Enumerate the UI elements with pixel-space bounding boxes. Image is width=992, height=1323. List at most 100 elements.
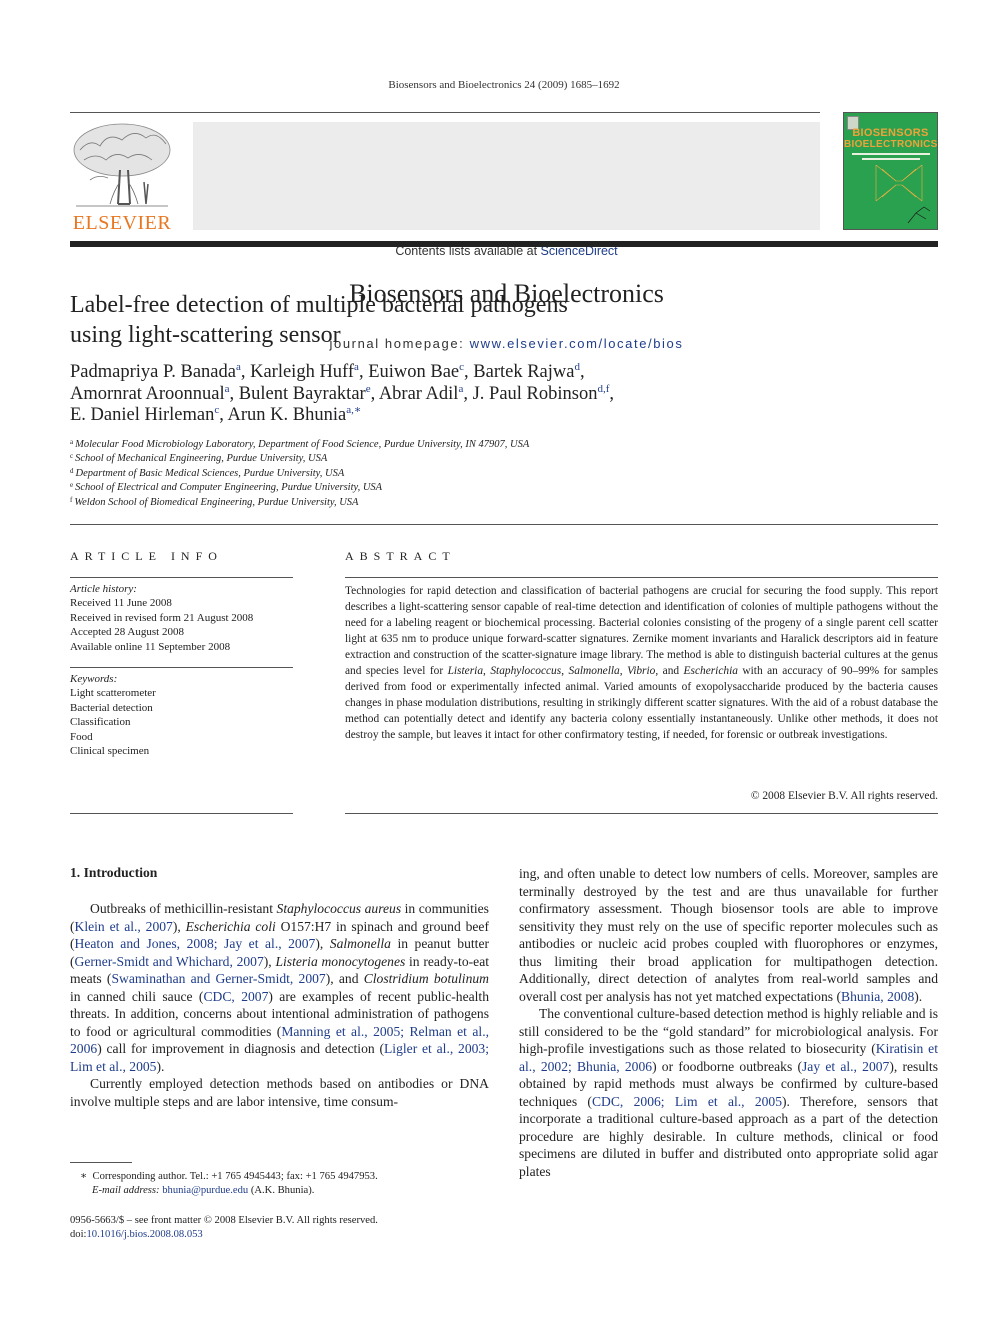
citation-link[interactable]: Swaminathan and Gerner-Smidt, 2007 [111, 971, 325, 986]
affiliation-list: a Molecular Food Microbiology Laboratory,… [70, 438, 529, 510]
elsevier-wordmark: ELSEVIER [72, 212, 172, 234]
email-suffix: (A.K. Bhunia). [248, 1185, 315, 1196]
doi-link[interactable]: 10.1016/j.bios.2008.08.053 [86, 1229, 202, 1240]
keyword-item: Food [70, 730, 93, 743]
journal-banner: Contents lists available at ScienceDirec… [193, 122, 820, 351]
citation-link[interactable]: Jay et al., 2007 [802, 1059, 889, 1074]
author-name: J. Paul Robinson [472, 383, 598, 404]
cover-title-line2: BIOELECTRONICS [844, 139, 938, 150]
intro-paragraph: Outbreaks of methicillin-resistant Staph… [70, 900, 489, 1075]
article-history: Article history: Received 11 June 2008 R… [70, 582, 253, 654]
text: ), [172, 918, 186, 934]
author-name: Bartek Rajwa [473, 362, 575, 382]
genus-name: Salmonella [568, 665, 620, 677]
intro-paragraph: Currently employed detection methods bas… [70, 1076, 489, 1109]
author-affiliation-marker[interactable]: c [459, 361, 464, 373]
article-history-label: Article history: [70, 583, 137, 595]
front-matter: 0956-5663/$ – see front matter © 2008 El… [70, 1214, 378, 1242]
abstract-bottom-rule [345, 813, 938, 814]
left-column: Outbreaks of methicillin-resistant Staph… [70, 900, 489, 1110]
abstract-text: Technologies for rapid detection and cla… [345, 585, 939, 741]
article-title: Label-free detection of multiple bacteri… [70, 290, 770, 350]
citation-link[interactable]: Bhunia, 2008 [841, 989, 914, 1004]
affiliation-text: Weldon School of Biomedical Engineering,… [74, 496, 359, 508]
author-affiliation-marker[interactable]: d [574, 361, 580, 373]
text: ), and [325, 971, 364, 986]
affiliation-key: f [70, 495, 73, 504]
affiliation-text: Molecular Food Microbiology Laboratory, … [75, 439, 530, 450]
right-column: ing, and often unable to detect low numb… [519, 865, 938, 1180]
author-name: Karleigh Huff [250, 362, 355, 382]
genus-name: Vibrio [627, 665, 656, 677]
affiliation-key: a [70, 438, 74, 446]
header-thick-rule [70, 241, 938, 247]
citation-link[interactable]: Klein et al., 2007 [75, 919, 173, 934]
citation-link[interactable]: CDC, 2006; Lim et al., 2005 [592, 1094, 782, 1109]
author-list: Padmapriya P. Banadaa, Karleigh Huffa, E… [70, 361, 615, 426]
affiliation-text: School of Mechanical Engineering, Purdue… [75, 453, 328, 465]
front-matter-text: 0956-5663/$ – see front matter © 2008 El… [70, 1215, 378, 1226]
affiliation-item: e School of Electrical and Computer Engin… [70, 481, 529, 495]
author-affiliation-marker[interactable]: c [214, 404, 219, 416]
species-name: Listeria monocytogenes [275, 953, 406, 969]
citation-link[interactable]: Gerner-Smidt and Whichard, 2007 [75, 954, 264, 969]
author-name: Padmapriya P. Banada [70, 362, 236, 382]
author-affiliation-marker[interactable]: a [458, 383, 463, 395]
affiliation-key: d [70, 466, 74, 475]
author-name: E. Daniel Hirleman [70, 405, 215, 425]
affiliation-item: c School of Mechanical Engineering, Purdu… [70, 452, 529, 466]
affiliation-key: e [70, 481, 74, 490]
cover-subtitle-bar [852, 153, 930, 155]
author-affiliation-marker[interactable]: a,∗ [346, 404, 361, 416]
doi-label: doi: [70, 1229, 87, 1240]
affiliation-text: Department of Basic Medical Sciences, Pu… [75, 467, 345, 479]
text: ). [914, 988, 923, 1004]
text: ), [315, 936, 330, 951]
genus-name: Staphylococcus [490, 665, 562, 677]
genus-name: Escherichia [683, 665, 738, 677]
author-name: Amornrat Aroonnual [70, 383, 225, 404]
history-item: Received in revised form 21 August 2008 [70, 611, 254, 624]
affiliation-item: f Weldon School of Biomedical Engineering… [70, 496, 529, 510]
keywords-rule [70, 667, 293, 668]
article-title-line1: Label-free detection of multiple bacteri… [70, 292, 568, 318]
history-item: Received 11 June 2008 [70, 597, 172, 610]
text: ), [263, 953, 276, 969]
author-name: Abrar Adil [378, 383, 459, 404]
author-name: Arun K. Bhunia [227, 405, 347, 425]
author-affiliation-marker[interactable]: a [354, 361, 359, 373]
affiliation-text: School of Electrical and Computer Engine… [75, 482, 383, 494]
article-info-bottom-rule [70, 813, 293, 814]
affiliation-item: d Department of Basic Medical Sciences, P… [70, 467, 529, 481]
species-name: Staphylococcus aureus [276, 901, 402, 916]
article-info-heading: ARTICLE INFO [70, 549, 223, 563]
top-rule [70, 112, 820, 113]
author-affiliation-marker[interactable]: a [225, 383, 230, 395]
section-divider [70, 524, 938, 525]
history-item: Available online 11 September 2008 [70, 640, 231, 653]
author-affiliation-marker[interactable]: e [366, 383, 371, 395]
author-name: Bulent Bayraktar [238, 383, 366, 404]
running-head: Biosensors and Bioelectronics 24 (2009) … [388, 79, 620, 91]
cover-subtitle-bar [862, 158, 920, 160]
keywords: Keywords: Light scatterometer Bacterial … [70, 672, 156, 758]
email-label: E-mail address: [92, 1185, 160, 1196]
intro-paragraph: The conventional culture-based detection… [519, 1005, 938, 1180]
keyword-item: Light scatterometer [70, 687, 156, 700]
corresponding-author-note: ∗ Corresponding author. Tel.: +1 765 494… [80, 1170, 378, 1198]
corresponding-text: Corresponding author. Tel.: +1 765 49454… [92, 1171, 378, 1182]
footnote-rule [70, 1162, 132, 1163]
keyword-item: Clinical specimen [70, 745, 150, 758]
abstract-copyright: © 2008 Elsevier B.V. All rights reserved… [750, 790, 938, 802]
citation-link[interactable]: Heaton and Jones, 2008; Jay et al., 2007 [75, 936, 316, 951]
keyword-item: Classification [70, 716, 131, 729]
genus-name: Listeria [447, 665, 484, 677]
author-affiliation-marker[interactable]: a [236, 361, 241, 373]
tree-icon [73, 123, 171, 207]
cover-molecule-icon [907, 206, 931, 224]
species-name: Clostridium botulinum [363, 971, 489, 986]
citation-link[interactable]: CDC, 2007 [203, 989, 268, 1004]
keywords-label: Keywords: [70, 673, 118, 685]
author-affiliation-marker[interactable]: d,f [598, 383, 610, 395]
email-link[interactable]: bhunia@purdue.edu [162, 1185, 248, 1196]
